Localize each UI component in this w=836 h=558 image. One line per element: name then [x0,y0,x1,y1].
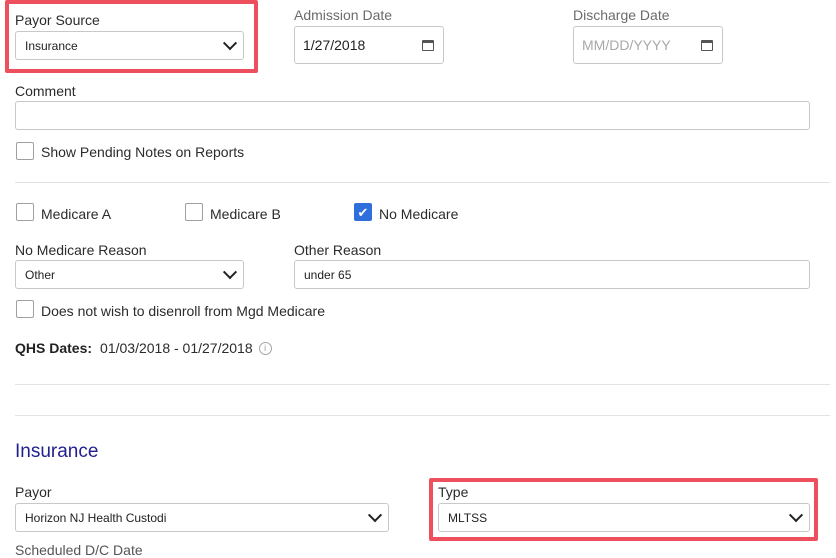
no-medicare-reason-select[interactable]: Other [15,260,244,289]
admission-date-label: Admission Date [294,7,393,23]
other-reason-input[interactable]: under 65 [294,260,810,289]
no-medicare-label: No Medicare [379,206,459,222]
payor-label: Payor [15,484,52,500]
type-value: MLTSS [448,510,488,525]
other-reason-value: under 65 [304,267,352,282]
type-select[interactable]: MLTSS [438,503,810,532]
checkmark-icon: ✔ [357,204,369,220]
insurance-section-title: Insurance [15,441,99,462]
chevron-down-icon [222,264,238,279]
medicare-a-checkbox[interactable] [16,203,34,221]
no-medicare-reason-label: No Medicare Reason [15,242,147,258]
divider [15,182,830,183]
payor-source-label: Payor Source [15,12,100,28]
scheduled-dc-date-label: Scheduled D/C Date [15,542,143,558]
medicare-b-label: Medicare B [210,206,281,222]
discharge-date-input[interactable]: MM/DD/YYYY [573,26,723,64]
other-reason-label: Other Reason [294,242,382,258]
calendar-icon[interactable] [701,39,713,51]
info-icon[interactable]: i [258,341,272,355]
chevron-down-icon [222,35,238,50]
chevron-down-icon [788,507,804,522]
type-label: Type [438,484,469,500]
disenroll-label: Does not wish to disenroll from Mgd Medi… [41,303,326,319]
qhs-dates: QHS Dates: 01/03/2018 - 01/27/2018 i [15,340,272,356]
discharge-date-label: Discharge Date [573,7,670,23]
medicare-a-label: Medicare A [41,206,112,222]
comment-label: Comment [15,83,76,99]
divider [15,415,830,416]
show-pending-notes-checkbox[interactable] [16,142,34,160]
payor-source-select[interactable]: Insurance [15,31,244,60]
medicare-b-checkbox[interactable] [185,203,203,221]
divider [15,384,830,385]
comment-input[interactable] [15,101,810,130]
discharge-date-placeholder: MM/DD/YYYY [582,37,671,53]
admission-date-input[interactable]: 1/27/2018 [294,26,444,64]
payor-select[interactable]: Horizon NJ Health Custodi [15,503,389,532]
calendar-icon[interactable] [422,39,434,51]
no-medicare-checkbox[interactable]: ✔ [354,203,372,221]
qhs-dates-value: 01/03/2018 - 01/27/2018 [100,340,253,356]
payor-value: Horizon NJ Health Custodi [25,510,167,525]
show-pending-notes-label: Show Pending Notes on Reports [41,144,245,160]
admission-date-value: 1/27/2018 [303,37,366,53]
payor-source-value: Insurance [25,38,78,53]
qhs-dates-label: QHS Dates: [15,340,93,356]
chevron-down-icon [367,507,383,522]
disenroll-checkbox[interactable] [16,300,34,318]
no-medicare-reason-value: Other [25,267,56,282]
